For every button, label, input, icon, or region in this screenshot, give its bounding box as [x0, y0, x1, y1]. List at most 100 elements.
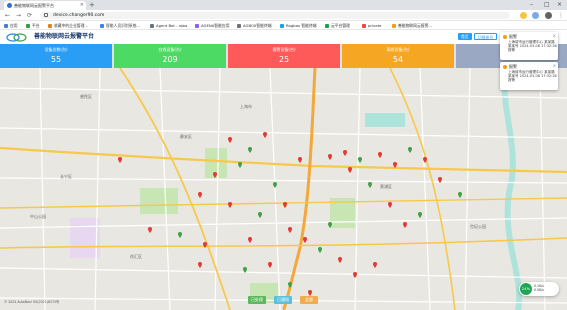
stat-label: 在线设备(台)	[158, 47, 182, 52]
profile-avatar[interactable]	[545, 12, 552, 19]
bookmark-item[interactable]: private	[362, 21, 381, 30]
alarm-marker-icon[interactable]	[228, 202, 232, 208]
map-view[interactable]: 上海市 静安区 黄浦区 徐汇区 长宁区 普陀区 世纪公园 中山公园	[0, 68, 567, 310]
bookmark-item[interactable]: Agent Bot - rqba	[150, 21, 187, 30]
water-area	[365, 113, 405, 127]
bookmark-item[interactable]: 平台	[26, 21, 40, 30]
bookmark-icon	[237, 23, 241, 28]
close-tab-icon[interactable]: ×	[80, 1, 84, 10]
url-input[interactable]: device.changer90.com	[40, 12, 510, 19]
map-label: 普陀区	[80, 93, 92, 99]
normal-marker-icon[interactable]	[178, 232, 182, 238]
switch-account-button[interactable]: 切换账号	[474, 33, 498, 40]
notified-button[interactable]: 已通知	[274, 296, 292, 304]
alarm-marker-icon[interactable]	[268, 262, 272, 268]
forward-button[interactable]: →	[16, 10, 21, 21]
bookmark-icon	[325, 23, 329, 28]
close-icon[interactable]: ×	[553, 33, 556, 38]
extension-icon-2[interactable]	[532, 12, 539, 19]
browser-tab[interactable]: 善能物联网云报警平台 ×	[4, 1, 86, 10]
close-icon[interactable]: ×	[553, 63, 556, 68]
alarm-marker-icon[interactable]	[203, 242, 207, 248]
stat-card-online[interactable]: 在线设备(台) 209	[114, 44, 226, 68]
normal-marker-icon[interactable]	[248, 147, 252, 153]
alarm-marker-icon[interactable]	[248, 237, 252, 243]
network-speed-widget[interactable]: 24% 0.1K/s 0.5K/s	[519, 282, 559, 296]
logo-icon	[6, 33, 27, 42]
back-button[interactable]: ←	[5, 10, 10, 21]
stat-card-alarm[interactable]: 报警设备(台) 25	[228, 44, 340, 68]
bookmark-item[interactable]: 应用	[4, 21, 18, 30]
bookmark-item[interactable]: AGBOX智能终端	[237, 21, 272, 30]
alarm-marker-icon[interactable]	[288, 227, 292, 233]
alarm-marker-icon[interactable]	[228, 137, 232, 143]
alarm-marker-icon[interactable]	[378, 152, 382, 158]
bookmark-item[interactable]: 收藏中的企业管理...	[48, 21, 88, 30]
normal-marker-icon[interactable]	[258, 212, 262, 218]
alarm-marker-icon[interactable]	[148, 227, 152, 233]
reload-button[interactable]: ⟳	[27, 10, 32, 21]
bookmark-icon	[100, 23, 104, 28]
new-tab-button[interactable]: +	[89, 0, 95, 10]
alarm-marker-icon[interactable]	[198, 192, 202, 198]
map-canvas[interactable]: 上海市 静安区 黄浦区 徐汇区 长宁区 普陀区 世纪公园 中山公园	[0, 68, 567, 310]
alarm-marker-icon[interactable]	[263, 132, 267, 138]
normal-marker-icon[interactable]	[368, 182, 372, 188]
stat-label: 报警设备(台)	[272, 47, 296, 52]
normal-marker-icon[interactable]	[458, 192, 462, 198]
normal-marker-icon[interactable]	[273, 182, 277, 188]
all-button[interactable]: 全部	[300, 296, 318, 304]
alarm-marker-icon[interactable]	[403, 222, 407, 228]
maximize-button[interactable]: □	[544, 0, 550, 10]
speed-text: 0.1K/s 0.5K/s	[534, 284, 544, 292]
river	[501, 68, 523, 310]
favicon-icon	[7, 3, 12, 8]
alarm-marker-icon[interactable]	[353, 272, 357, 278]
extension-icon[interactable]	[520, 12, 527, 19]
bookmark-item[interactable]: 善能物联网云报警...	[392, 21, 432, 30]
alarm-marker-icon[interactable]	[198, 262, 202, 268]
map-label: 中山公园	[30, 213, 46, 219]
processed-button[interactable]: 已处理	[248, 296, 266, 304]
alarm-marker-icon[interactable]	[388, 202, 392, 208]
alarm-marker-icon[interactable]	[343, 150, 347, 156]
alarm-marker-icon[interactable]	[303, 237, 307, 243]
url-text: device.changer90.com	[53, 13, 105, 18]
bookmark-item[interactable]: 云平台管理	[325, 21, 350, 30]
stat-value: 25	[278, 55, 290, 64]
bookmark-icon	[362, 23, 366, 28]
stat-card-total[interactable]: 设备总数(台) 55	[0, 44, 112, 68]
normal-marker-icon[interactable]	[238, 162, 242, 168]
close-window-button[interactable]: ×	[557, 0, 562, 10]
bookmark-item[interactable]: AGENA智能应用	[195, 21, 230, 30]
normal-marker-icon[interactable]	[408, 147, 412, 153]
stat-value: 209	[162, 55, 178, 64]
alarm-popup[interactable]: 报警 × 上海城市运行管理中心 某某路某某号 2024-03-08 17:32:…	[500, 62, 558, 90]
bookmark-item[interactable]: 智能人员识别系统...	[100, 21, 140, 30]
tab-title: 善能物联网云报警平台	[14, 3, 54, 8]
bookmark-icon	[195, 23, 199, 28]
alarm-marker-icon[interactable]	[283, 202, 287, 208]
alarm-marker-icon[interactable]	[298, 157, 302, 163]
normal-marker-icon[interactable]	[418, 212, 422, 218]
alarm-marker-icon[interactable]	[118, 157, 122, 163]
alarm-marker-icon[interactable]	[348, 167, 352, 173]
alarm-marker-icon[interactable]	[373, 262, 377, 268]
bookmark-icon	[48, 23, 52, 28]
map-label: 静安区	[180, 133, 192, 139]
minimize-button[interactable]: –	[530, 0, 533, 10]
bookmark-item[interactable]: Ragbox 智能终端	[280, 21, 317, 30]
stats-row: 设备总数(台) 55 在线设备(台) 209 报警设备(台) 25 离线设备(台…	[0, 44, 567, 68]
park-area	[140, 188, 178, 214]
menu-button[interactable]: ⋮	[558, 10, 564, 21]
alarm-marker-icon[interactable]	[338, 257, 342, 263]
alarm-dot-icon	[503, 34, 507, 39]
home-button[interactable]: 首页	[458, 33, 472, 40]
map-label: 世纪公园	[470, 223, 486, 229]
normal-marker-icon[interactable]	[318, 247, 322, 253]
alarm-marker-icon[interactable]	[328, 154, 332, 160]
map-label: 长宁区	[60, 173, 72, 179]
popup-text: 上海城市运行管理中心 某某路某某号 2024-03-08 17:32:26 报警	[508, 70, 557, 83]
alarm-popup[interactable]: 报警 × 上海城市运行管理中心 某某路某某号 2024-03-08 17:32:…	[500, 32, 558, 60]
stat-card-offline[interactable]: 离线设备(台) 54	[342, 44, 454, 68]
